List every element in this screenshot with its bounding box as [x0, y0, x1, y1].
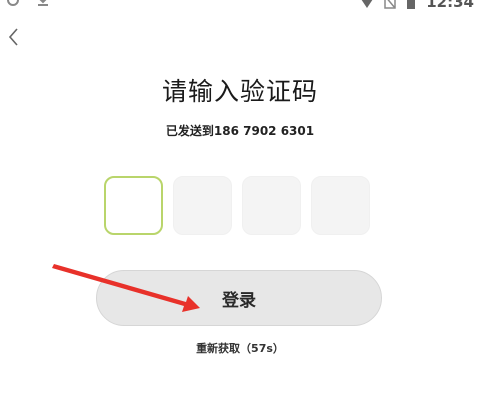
login-button[interactable]: 登录 [96, 270, 382, 326]
wifi-icon [361, 0, 373, 8]
no-sim-icon [384, 0, 396, 9]
verification-screen: 12:34 请输入验证码 已发送到186 7902 6301 登录 重新获取（5… [0, 0, 480, 408]
code-digit-3[interactable] [242, 176, 301, 235]
sent-to-phone-text: 已发送到186 7902 6301 [165, 124, 315, 138]
code-digit-2[interactable] [173, 176, 232, 235]
settings-icon [7, 0, 19, 6]
back-button[interactable] [2, 24, 24, 50]
status-bar: 12:34 [0, 0, 480, 11]
page-title: 请输入验证码 [161, 77, 318, 106]
code-digit-4[interactable] [311, 176, 370, 235]
chevron-left-icon [8, 28, 18, 46]
status-time: 12:34 [426, 0, 474, 11]
status-right-icons: 12:34 [360, 0, 474, 11]
status-left-icons [6, 0, 50, 7]
download-icon [38, 0, 48, 6]
battery-icon [407, 0, 416, 9]
code-digit-1[interactable] [104, 176, 163, 235]
code-input-group [104, 176, 370, 235]
login-button-label: 登录 [222, 290, 256, 311]
resend-code-link[interactable]: 重新获取（57s） [0, 340, 480, 356]
